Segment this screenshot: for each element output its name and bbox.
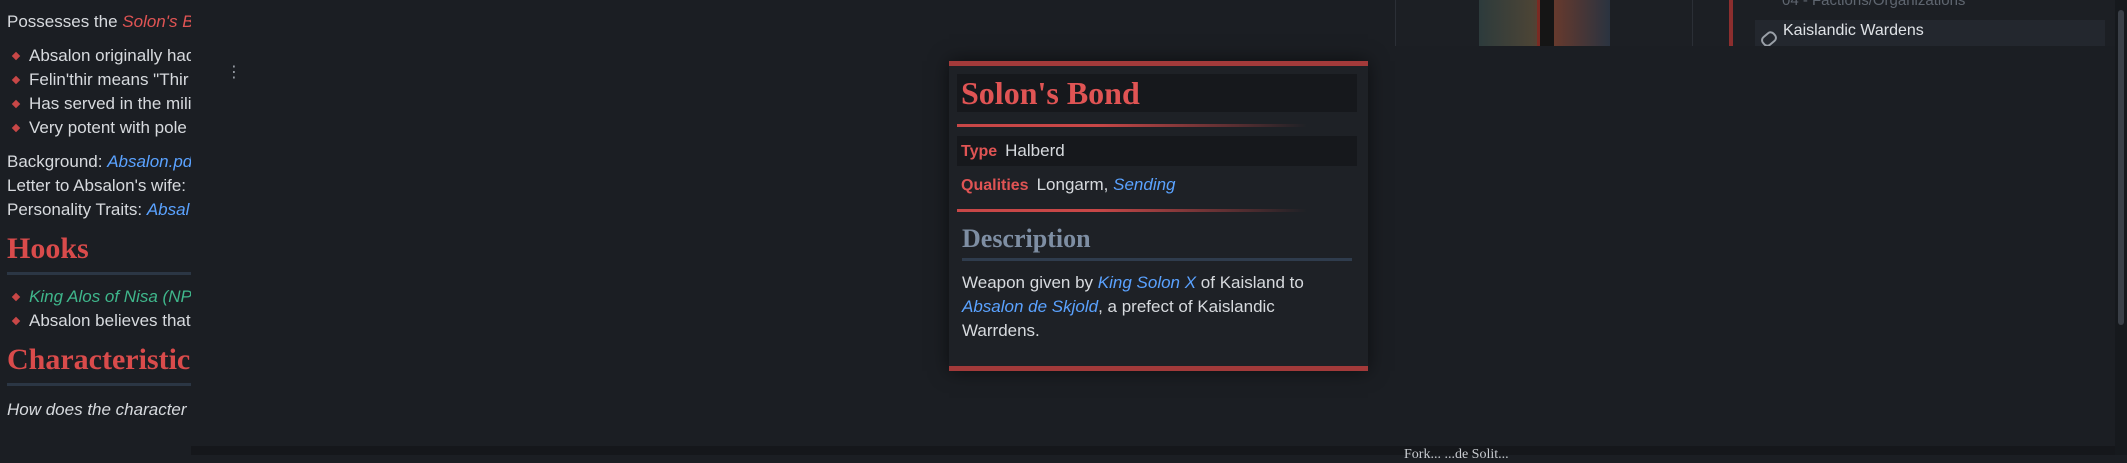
hooks-heading: Hooks bbox=[7, 232, 191, 275]
divider bbox=[1692, 0, 1693, 46]
divider bbox=[1395, 0, 1396, 46]
more-options-icon[interactable]: ⋮ bbox=[226, 65, 242, 81]
type-label: Type bbox=[961, 143, 998, 160]
possesses-line: Possesses the Solon's Bond bbox=[7, 10, 191, 34]
right-sidebar: 04 - Factions/Organizations Kaislandic W… bbox=[1725, 0, 2105, 46]
personality-link[interactable]: Absal bbox=[147, 200, 190, 219]
link-icon bbox=[1759, 29, 1779, 46]
question-line: How does the character bbox=[7, 400, 187, 419]
absalon-link[interactable]: Absalon de Skjold bbox=[962, 297, 1098, 316]
background-line: Background: Absalon.pd bbox=[7, 152, 191, 171]
diamond-bullet-icon bbox=[11, 51, 21, 61]
sidebar-item-factions[interactable]: 04 - Factions/Organizations bbox=[1782, 0, 1965, 9]
hooks-list: King Alos of Nisa (NP Absalon believes t… bbox=[7, 285, 191, 333]
diamond-bullet-icon bbox=[11, 75, 21, 85]
diamond-bullet-icon bbox=[11, 316, 21, 326]
list-item: King Alos of Nisa (NP bbox=[7, 285, 191, 309]
accent-bar bbox=[1729, 0, 1733, 46]
sidebar-item-kaislandic-wardens[interactable]: Kaislandic Wardens bbox=[1755, 20, 2105, 46]
list-item: Has served in the mili bbox=[7, 92, 191, 116]
page-preview-popover[interactable]: Solon's Bond Type Halberd Qualities Longar… bbox=[949, 61, 1368, 371]
sidebar-item-label: Kaislandic Wardens bbox=[1783, 22, 1924, 39]
note-pane: Possesses the Solon's Bond Absalon origi… bbox=[0, 0, 191, 455]
divider bbox=[957, 209, 1307, 212]
list-item: Absalon originally had bbox=[7, 44, 191, 68]
diamond-bullet-icon bbox=[11, 123, 21, 133]
possesses-prefix: Possesses the bbox=[7, 12, 123, 31]
qualities-plain: Longarm, bbox=[1036, 175, 1114, 194]
list-item: Very potent with pole bbox=[7, 116, 191, 140]
traits-list: Absalon originally had Felin'thir means … bbox=[7, 44, 191, 140]
qualities-label: Qualities bbox=[961, 177, 1029, 194]
scrollbar[interactable] bbox=[2115, 0, 2127, 455]
sending-link[interactable]: Sending bbox=[1113, 175, 1175, 194]
characteristics-heading: Characteristics bbox=[7, 343, 191, 386]
letter-line: Letter to Absalon's wife: bbox=[7, 176, 187, 195]
character-portrait bbox=[1479, 0, 1610, 46]
portrait-figure bbox=[1537, 0, 1554, 46]
description-heading: Description bbox=[962, 224, 1352, 261]
list-item: Felin'thir means "Thir bbox=[7, 68, 191, 92]
diamond-bullet-icon bbox=[11, 99, 21, 109]
diamond-bullet-icon bbox=[11, 292, 21, 302]
popover-title-bar: Solon's Bond bbox=[957, 74, 1357, 112]
status-strip bbox=[191, 446, 2115, 455]
solons-bond-link[interactable]: Solon's Bond bbox=[122, 12, 191, 31]
background-link[interactable]: Absalon.pd bbox=[107, 152, 191, 171]
scrollbar-thumb[interactable] bbox=[2118, 10, 2124, 325]
list-item: Absalon believes that bbox=[7, 309, 191, 333]
bottom-caption: Fork... ...de Solit... bbox=[1404, 447, 1509, 462]
description-text: Weapon given by King Solon X of Kaisland… bbox=[962, 273, 1304, 340]
king-solon-link[interactable]: King Solon X bbox=[1098, 273, 1196, 292]
qualities-property: Qualities Longarm, Sending bbox=[957, 170, 1357, 200]
type-value: Halberd bbox=[1005, 141, 1065, 160]
divider bbox=[957, 124, 1307, 127]
king-alos-link[interactable]: King Alos of Nisa (NP bbox=[29, 287, 191, 306]
type-property: Type Halberd bbox=[957, 136, 1357, 166]
popover-title: Solon's Bond bbox=[961, 75, 1140, 111]
personality-line: Personality Traits: Absal bbox=[7, 200, 190, 219]
